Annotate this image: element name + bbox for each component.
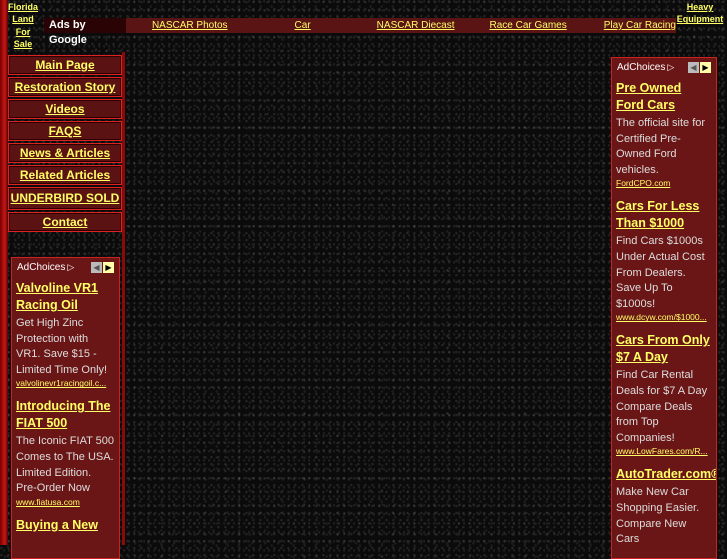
ad-title-link[interactable]: Buying a New <box>16 517 115 534</box>
ad-item: AutoTrader.com® Make New Car Shopping Ea… <box>612 466 716 553</box>
florida-land-link[interactable]: Florida Land For Sale <box>8 1 38 51</box>
ad-title-link[interactable]: Valvoline VR1 Racing Oil <box>16 280 115 314</box>
next-arrow-icon[interactable]: ▶ <box>700 61 711 73</box>
topbar-link-nascar-photos[interactable]: NASCAR Photos <box>152 20 228 31</box>
prev-arrow-icon[interactable]: ◀ <box>688 61 699 73</box>
ad-url-link[interactable]: valvolinevr1racingoil.c... <box>16 378 115 388</box>
nav-faqs[interactable]: FAQS <box>8 121 122 141</box>
topbar-link-play-car-racing[interactable]: Play Car Racing <box>604 20 676 31</box>
next-arrow-icon[interactable]: ▶ <box>103 261 114 273</box>
ad-url-link[interactable]: FordCPO.com <box>616 178 712 188</box>
ad-title-link[interactable]: Introducing The FIAT 500 <box>16 398 115 432</box>
ad-item: Introducing The FIAT 500 The Iconic FIAT… <box>12 398 119 512</box>
adchoices-header[interactable]: AdChoices ▷ ◀ ▶ <box>12 258 119 276</box>
ad-description: The Iconic FIAT 500 Comes to The USA. Li… <box>16 435 115 495</box>
topbar-link-nascar-diecast[interactable]: NASCAR Diecast <box>377 20 455 31</box>
nav-related-articles[interactable]: Related Articles <box>8 165 122 185</box>
main-nav: Main Page Restoration Story Videos FAQS … <box>8 55 122 234</box>
ad-description: Find Car Rental Deals for $7 A Day Compa… <box>616 369 708 444</box>
nav-underbird-sold[interactable]: UNDERBIRD SOLD <box>8 187 122 210</box>
adchoices-icon: ▷ <box>67 261 75 272</box>
ad-title-link[interactable]: Cars For Less Than $1000 <box>616 198 712 232</box>
ad-url-link[interactable]: www.fiatusa.com <box>16 497 115 507</box>
ads-by-google-label[interactable]: Ads by Google <box>44 18 126 46</box>
adchoices-header[interactable]: AdChoices ▷ ◀ ▶ <box>612 58 716 76</box>
ad-description: Make New Car Shopping Easier. Compare Ne… <box>616 486 700 546</box>
ad-title-link[interactable]: AutoTrader.com® <box>616 466 716 483</box>
prev-arrow-icon[interactable]: ◀ <box>91 261 102 273</box>
ad-description: Get High Zinc Protection with VR1. Save … <box>16 317 108 376</box>
ad-description: Find Cars $1000s Under Actual Cost From … <box>616 235 705 310</box>
adchoices-label: AdChoices <box>617 61 666 73</box>
ad-title-link[interactable]: Cars From Only $7 A Day <box>616 332 712 366</box>
ad-item: Cars For Less Than $1000 Find Cars $1000… <box>612 198 716 328</box>
ad-url-link[interactable]: www.dcyw.com/$1000... <box>616 312 712 322</box>
adchoices-icon: ▷ <box>667 61 675 72</box>
left-ad-box: AdChoices ▷ ◀ ▶ Valvoline VR1 Racing Oil… <box>11 257 120 559</box>
nav-news-articles[interactable]: News & Articles <box>8 143 122 163</box>
ad-item: Buying a New <box>12 517 119 540</box>
adchoices-label: AdChoices <box>17 261 66 273</box>
nav-videos[interactable]: Videos <box>8 99 122 119</box>
nav-contact[interactable]: Contact <box>8 212 122 232</box>
topbar-link-race-car-games[interactable]: Race Car Games <box>489 20 566 31</box>
ad-description: The official site for Certified Pre-Owne… <box>616 117 706 176</box>
heavy-equipment-link[interactable]: Heavy Equipment <box>674 1 726 26</box>
ad-item: Pre Owned Ford Cars The official site fo… <box>612 80 716 194</box>
nav-divider <box>122 52 125 545</box>
ad-title-link[interactable]: Pre Owned Ford Cars <box>616 80 712 114</box>
ad-item: Cars From Only $7 A Day Find Car Rental … <box>612 332 716 462</box>
nav-restoration-story[interactable]: Restoration Story <box>8 77 122 97</box>
top-ad-bar: Ads by Google NASCAR Photos Car NASCAR D… <box>44 18 676 46</box>
nav-main-page[interactable]: Main Page <box>8 55 122 75</box>
right-ad-box: AdChoices ▷ ◀ ▶ Pre Owned Ford Cars The … <box>611 57 717 559</box>
left-edge-strip <box>0 0 8 545</box>
ad-item: Valvoline VR1 Racing Oil Get High Zinc P… <box>12 280 119 394</box>
ad-url-link[interactable]: www.LowFares.com/R... <box>616 446 712 456</box>
topbar-link-car[interactable]: Car <box>295 20 311 31</box>
